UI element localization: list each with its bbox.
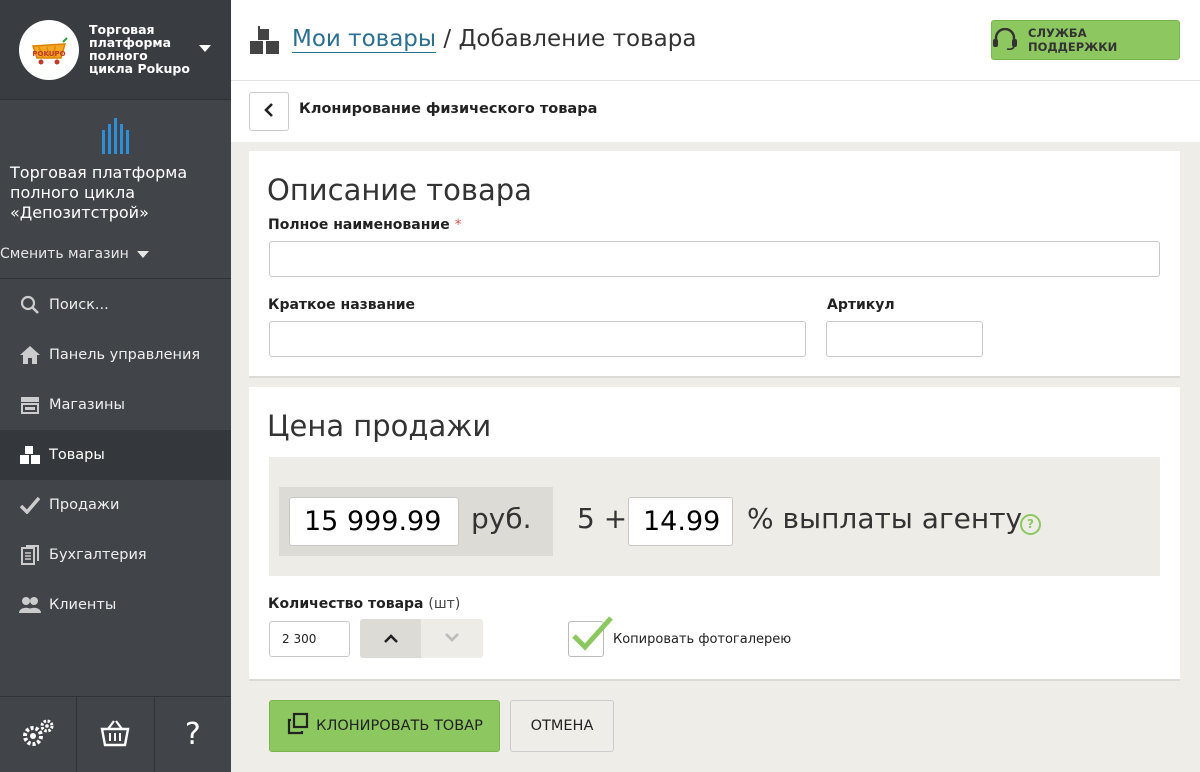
- chevron-up-icon: [383, 629, 399, 648]
- description-heading: Описание товара: [267, 173, 532, 207]
- breadcrumb: Мои товары / Добавление товара: [292, 26, 697, 53]
- sidebar-item-label: Клиенты: [49, 597, 117, 613]
- help-button[interactable]: ?: [155, 697, 231, 772]
- sidebar-item-clients[interactable]: Клиенты: [0, 580, 231, 630]
- clone-icon: [286, 712, 310, 740]
- short-name-label: Краткое название: [268, 297, 416, 313]
- cart-button[interactable]: [77, 697, 155, 772]
- full-name-label-text: Полное наименование: [268, 217, 450, 233]
- cancel-button-label: ОТМЕНА: [530, 718, 594, 734]
- page-title: Клонирование физического товара: [299, 101, 598, 117]
- caret-down-icon: [136, 250, 149, 258]
- basket-icon: [100, 719, 130, 751]
- support-button[interactable]: СЛУЖБА ПОДДЕРЖКИ: [991, 20, 1180, 60]
- store-icon: [19, 394, 41, 416]
- sidebar-item-search[interactable]: Поиск...: [0, 280, 231, 330]
- check-icon: [19, 494, 41, 516]
- change-store-dropdown[interactable]: Сменить магазин: [0, 246, 231, 262]
- question-icon: ?: [184, 717, 201, 752]
- agent-base-percent: 5 +: [577, 502, 628, 535]
- breadcrumb-my-products-link[interactable]: Мои товары: [292, 26, 437, 53]
- sidebar-item-label: Бухгалтерия: [49, 547, 147, 563]
- back-button[interactable]: [249, 92, 289, 131]
- price-heading: Цена продажи: [267, 409, 492, 443]
- sidebar-item-label: Продажи: [49, 497, 120, 513]
- full-name-label: Полное наименование *: [268, 217, 462, 233]
- chevron-down-icon: [444, 629, 460, 648]
- price-input[interactable]: [289, 497, 459, 546]
- chevron-left-icon: [262, 102, 276, 122]
- sidebar-item-products[interactable]: Товары: [0, 430, 231, 480]
- quantity-label-text: Количество товара: [268, 596, 424, 612]
- search-icon: [19, 294, 41, 316]
- users-icon: [19, 594, 41, 616]
- sidebar-footer: ?: [0, 696, 231, 772]
- sidebar-nav: Поиск... Панель управления Магазины Това…: [0, 280, 231, 630]
- pokupo-logo: POKUPO: [19, 20, 79, 80]
- quantity-input[interactable]: [269, 621, 350, 657]
- copy-gallery-label: Копировать фотогалерею: [613, 632, 792, 647]
- clone-product-button[interactable]: КЛОНИРОВАТЬ ТОВАР: [269, 700, 500, 752]
- agent-percent-input[interactable]: [628, 497, 733, 546]
- sidebar-item-label: Поиск...: [49, 297, 109, 313]
- platform-title: Торговая платформа полного цикла Pokupo: [89, 22, 190, 76]
- home-icon: [19, 344, 41, 366]
- sku-input[interactable]: [826, 321, 983, 357]
- documents-icon: [19, 544, 41, 566]
- breadcrumb-current: Добавление товара: [458, 26, 697, 52]
- sidebar-item-label: Товары: [49, 447, 105, 463]
- description-panel: Описание товара Полное наименование * Кр…: [249, 151, 1180, 378]
- svg-text:POKUPO: POKUPO: [32, 50, 65, 58]
- gears-icon: [21, 718, 55, 752]
- sku-label: Артикул: [827, 297, 895, 313]
- chevron-down-icon[interactable]: [199, 45, 211, 52]
- store-name: Торговая платформа полного цикла «Депози…: [10, 163, 188, 222]
- clone-button-label: КЛОНИРОВАТЬ ТОВАР: [316, 718, 483, 734]
- settings-button[interactable]: [0, 697, 78, 772]
- quantity-label: Количество товара (шт): [268, 596, 460, 612]
- sub-header: Клонирование физического товара: [231, 81, 1200, 142]
- sidebar-item-dashboard[interactable]: Панель управления: [0, 330, 231, 380]
- support-button-label: СЛУЖБА ПОДДЕРЖКИ: [1028, 26, 1118, 54]
- required-mark: *: [454, 217, 462, 233]
- cancel-button[interactable]: ОТМЕНА: [510, 700, 614, 752]
- quantity-unit: (шт): [428, 596, 461, 612]
- sidebar-item-sales[interactable]: Продажи: [0, 480, 231, 530]
- sidebar-item-stores[interactable]: Магазины: [0, 380, 231, 430]
- boxes-icon: [249, 26, 281, 60]
- platform-switcher[interactable]: POKUPO Торговая платформа полного цикла …: [0, 0, 231, 100]
- sidebar-item-accounting[interactable]: Бухгалтерия: [0, 530, 231, 580]
- breadcrumb-separator: /: [436, 26, 459, 52]
- page-header: Мои товары / Добавление товара СЛУЖБА ПО…: [231, 0, 1200, 81]
- agent-percent-label: % выплаты агенту: [747, 502, 1023, 535]
- price-box: руб. 5 + % выплаты агенту ?: [269, 457, 1160, 576]
- full-name-input[interactable]: [269, 241, 1160, 277]
- sidebar-item-label: Магазины: [49, 397, 125, 413]
- help-icon[interactable]: ?: [1020, 514, 1041, 535]
- quantity-stepper: [360, 619, 483, 658]
- quantity-increase-button[interactable]: [360, 619, 421, 658]
- checkmark-icon: [571, 614, 615, 658]
- building-icon: [101, 118, 131, 160]
- currency-label: руб.: [471, 502, 532, 535]
- quantity-decrease-button[interactable]: [421, 619, 483, 658]
- sidebar-item-label: Панель управления: [49, 347, 201, 363]
- change-store-label: Сменить магазин: [0, 246, 129, 262]
- headset-icon: [992, 27, 1018, 53]
- boxes-icon: [19, 444, 41, 466]
- sidebar: POKUPO Торговая платформа полного цикла …: [0, 0, 231, 772]
- short-name-input[interactable]: [269, 321, 806, 357]
- price-panel: Цена продажи руб. 5 + % выплаты агенту ?…: [249, 387, 1180, 681]
- copy-gallery-checkbox[interactable]: [568, 616, 613, 657]
- price-amount-group: руб.: [279, 487, 553, 556]
